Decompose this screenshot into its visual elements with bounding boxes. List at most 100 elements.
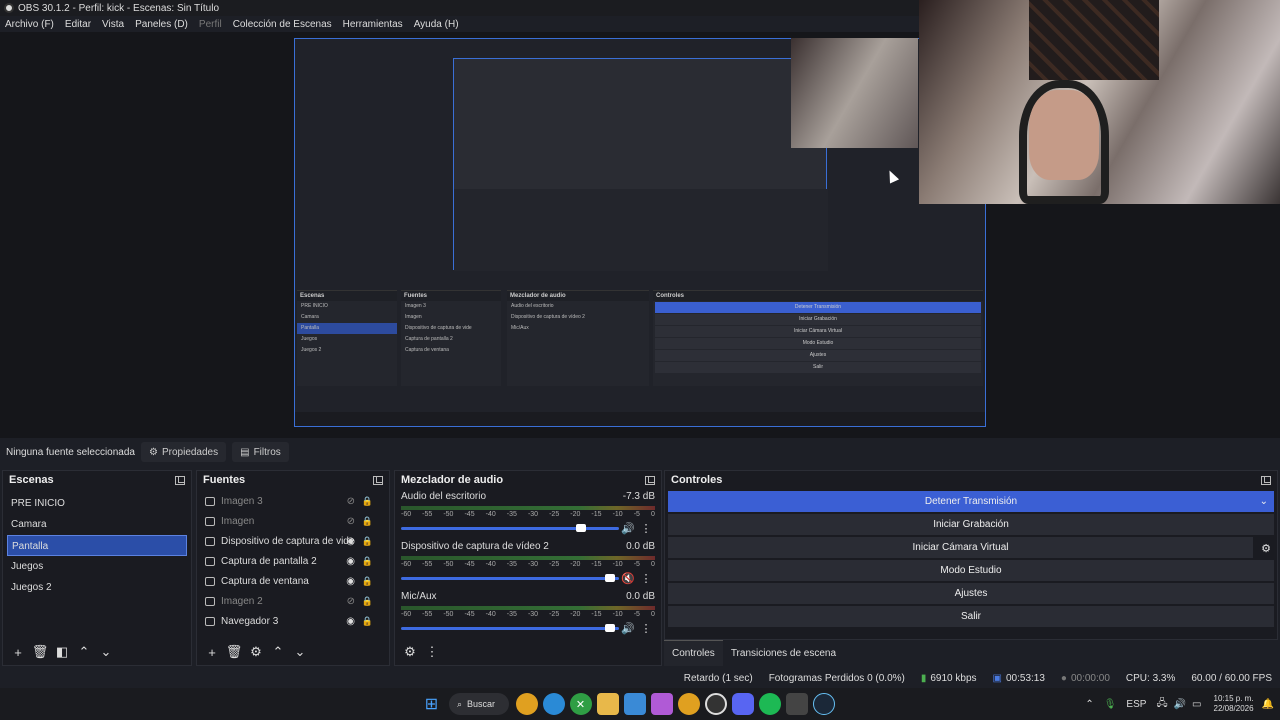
scene-item[interactable]: Juegos 2 bbox=[3, 577, 191, 598]
lock-icon[interactable]: 🔒 bbox=[362, 536, 373, 547]
lock-icon[interactable]: 🔒 bbox=[362, 516, 373, 527]
move-up-icon[interactable]: ⌃ bbox=[73, 644, 95, 660]
menu-ayuda[interactable]: Ayuda (H) bbox=[414, 19, 459, 30]
scene-item[interactable]: Camara bbox=[3, 514, 191, 535]
eye-hidden-icon[interactable]: ⊘ bbox=[347, 496, 355, 507]
add-scene-icon[interactable]: + bbox=[7, 645, 29, 660]
start-virtual-camera-button[interactable]: Iniciar Cámara Virtual bbox=[668, 537, 1253, 558]
steam-icon[interactable] bbox=[812, 693, 835, 715]
mini-controls-title: Controles bbox=[653, 291, 983, 301]
source-item[interactable]: Imagen ⊘ 🔒 bbox=[197, 511, 389, 531]
filters-label: Filtros bbox=[253, 446, 281, 458]
more-options-icon[interactable]: ⋮ bbox=[421, 644, 443, 660]
menu-coleccion-escenas[interactable]: Colección de Escenas bbox=[233, 19, 332, 30]
float-dock-icon[interactable] bbox=[645, 475, 655, 485]
windows-start-icon[interactable]: ⊞ bbox=[421, 693, 443, 715]
speaker-icon[interactable]: 🔊 bbox=[619, 622, 637, 635]
menu-archivo[interactable]: Archivo (F) bbox=[5, 19, 54, 30]
settings-button[interactable]: Ajustes bbox=[668, 583, 1274, 604]
network-icon[interactable]: 🖧 bbox=[1156, 696, 1167, 713]
start-recording-button[interactable]: Iniciar Grabación bbox=[668, 514, 1274, 535]
source-settings-icon[interactable]: ⚙ bbox=[245, 644, 267, 660]
eye-icon[interactable]: ◉ bbox=[346, 616, 355, 627]
chevron-up-icon[interactable]: ⌃ bbox=[1085, 699, 1093, 710]
move-down-icon[interactable]: ⌄ bbox=[95, 644, 117, 660]
add-source-icon[interactable]: + bbox=[201, 645, 223, 660]
volume-icon[interactable]: 🔊 bbox=[1174, 699, 1186, 710]
more-options-icon[interactable]: ⋮ bbox=[637, 572, 655, 585]
menu-paneles[interactable]: Paneles (D) bbox=[135, 19, 188, 30]
taskbar-search[interactable]: ⌕ Buscar bbox=[449, 693, 509, 715]
float-dock-icon[interactable] bbox=[373, 475, 383, 485]
speaker-muted-icon[interactable]: 🔇 bbox=[619, 572, 637, 585]
keyboard-language[interactable]: ESP bbox=[1126, 699, 1146, 710]
chrome-icon[interactable] bbox=[515, 693, 538, 715]
eye-icon[interactable]: ◉ bbox=[346, 576, 355, 587]
delay-status: Retardo (1 sec) bbox=[683, 672, 753, 684]
menu-vista[interactable]: Vista bbox=[102, 19, 124, 30]
microphone-icon[interactable]: 🎙 bbox=[1104, 699, 1117, 710]
filters-button[interactable]: ▤ Filtros bbox=[232, 442, 289, 462]
menu-editar[interactable]: Editar bbox=[65, 19, 91, 30]
source-item[interactable]: Dispositivo de captura de vide ◉ 🔒 bbox=[197, 531, 389, 551]
stop-streaming-button[interactable]: Detener Transmisión ⌄ bbox=[668, 491, 1274, 512]
move-up-icon[interactable]: ⌃ bbox=[267, 644, 289, 660]
scene-filter-icon[interactable]: ◧ bbox=[51, 644, 73, 660]
move-down-icon[interactable]: ⌄ bbox=[289, 644, 311, 660]
slider-knob[interactable] bbox=[604, 623, 615, 632]
edge-icon[interactable] bbox=[542, 693, 565, 715]
battery-icon[interactable]: ▭ bbox=[1192, 699, 1201, 710]
speaker-icon[interactable]: 🔊 bbox=[619, 522, 637, 535]
file-explorer-icon[interactable] bbox=[596, 693, 619, 715]
advanced-audio-icon[interactable]: ⚙ bbox=[399, 644, 421, 660]
slider-knob[interactable] bbox=[576, 523, 587, 532]
tab-controles[interactable]: Controles bbox=[664, 640, 723, 666]
studio-mode-button[interactable]: Modo Estudio bbox=[668, 560, 1274, 581]
eye-hidden-icon[interactable]: ⊘ bbox=[347, 596, 355, 607]
properties-button[interactable]: ⚙ Propiedades bbox=[141, 442, 227, 462]
more-options-icon[interactable]: ⋮ bbox=[637, 622, 655, 635]
source-item[interactable]: Imagen 2 ⊘ 🔒 bbox=[197, 591, 389, 611]
volume-slider[interactable] bbox=[401, 623, 619, 632]
more-options-icon[interactable]: ⋮ bbox=[637, 522, 655, 535]
eye-hidden-icon[interactable]: ⊘ bbox=[347, 516, 355, 527]
webcam-source[interactable] bbox=[919, 0, 1280, 204]
float-dock-icon[interactable] bbox=[175, 475, 185, 485]
float-dock-icon[interactable] bbox=[1261, 475, 1271, 485]
delete-scene-icon[interactable]: 🗑 bbox=[29, 644, 51, 660]
eye-icon[interactable]: ◉ bbox=[346, 536, 355, 547]
exit-button[interactable]: Salir bbox=[668, 606, 1274, 627]
source-item[interactable]: Captura de ventana ◉ 🔒 bbox=[197, 571, 389, 591]
menu-herramientas[interactable]: Herramientas bbox=[343, 19, 403, 30]
terminal-icon[interactable] bbox=[785, 693, 808, 715]
scene-item[interactable]: PRE INICIO bbox=[3, 493, 191, 514]
obs-icon[interactable] bbox=[704, 693, 727, 715]
lock-icon[interactable]: 🔒 bbox=[362, 576, 373, 587]
lock-icon[interactable]: 🔒 bbox=[362, 616, 373, 627]
gear-icon[interactable]: ⚙ bbox=[1261, 542, 1271, 555]
source-item[interactable]: Captura de pantalla 2 ◉ 🔒 bbox=[197, 551, 389, 571]
menu-perfil[interactable]: Perfil bbox=[199, 19, 222, 30]
spotify-icon[interactable] bbox=[758, 693, 781, 715]
source-item[interactable]: Navegador 3 ◉ 🔒 bbox=[197, 611, 389, 631]
lock-icon[interactable]: 🔒 bbox=[362, 556, 373, 567]
chrome-profile-icon[interactable] bbox=[677, 693, 700, 715]
scene-item-selected[interactable]: Pantalla bbox=[7, 535, 187, 556]
notifications-icon[interactable]: 🔔 bbox=[1262, 699, 1274, 710]
delete-source-icon[interactable]: 🗑 bbox=[223, 644, 245, 660]
discord-icon[interactable] bbox=[731, 693, 754, 715]
slider-knob[interactable] bbox=[604, 573, 615, 582]
copilot-icon[interactable] bbox=[650, 693, 673, 715]
xbox-icon[interactable]: ✕ bbox=[569, 693, 592, 715]
photos-icon[interactable] bbox=[623, 693, 646, 715]
volume-slider[interactable] bbox=[401, 573, 619, 582]
chevron-down-icon[interactable]: ⌄ bbox=[1260, 496, 1268, 507]
eye-icon[interactable]: ◉ bbox=[346, 556, 355, 567]
lock-icon[interactable]: 🔒 bbox=[362, 496, 373, 507]
scene-item[interactable]: Juegos bbox=[3, 556, 191, 577]
source-item[interactable]: Imagen 3 ⊘ 🔒 bbox=[197, 491, 389, 511]
clock[interactable]: 10:15 p. m. 22/08/2026 bbox=[1214, 694, 1254, 714]
lock-icon[interactable]: 🔒 bbox=[362, 596, 373, 607]
tab-transiciones[interactable]: Transiciones de escena bbox=[723, 640, 844, 666]
volume-slider[interactable] bbox=[401, 523, 619, 532]
